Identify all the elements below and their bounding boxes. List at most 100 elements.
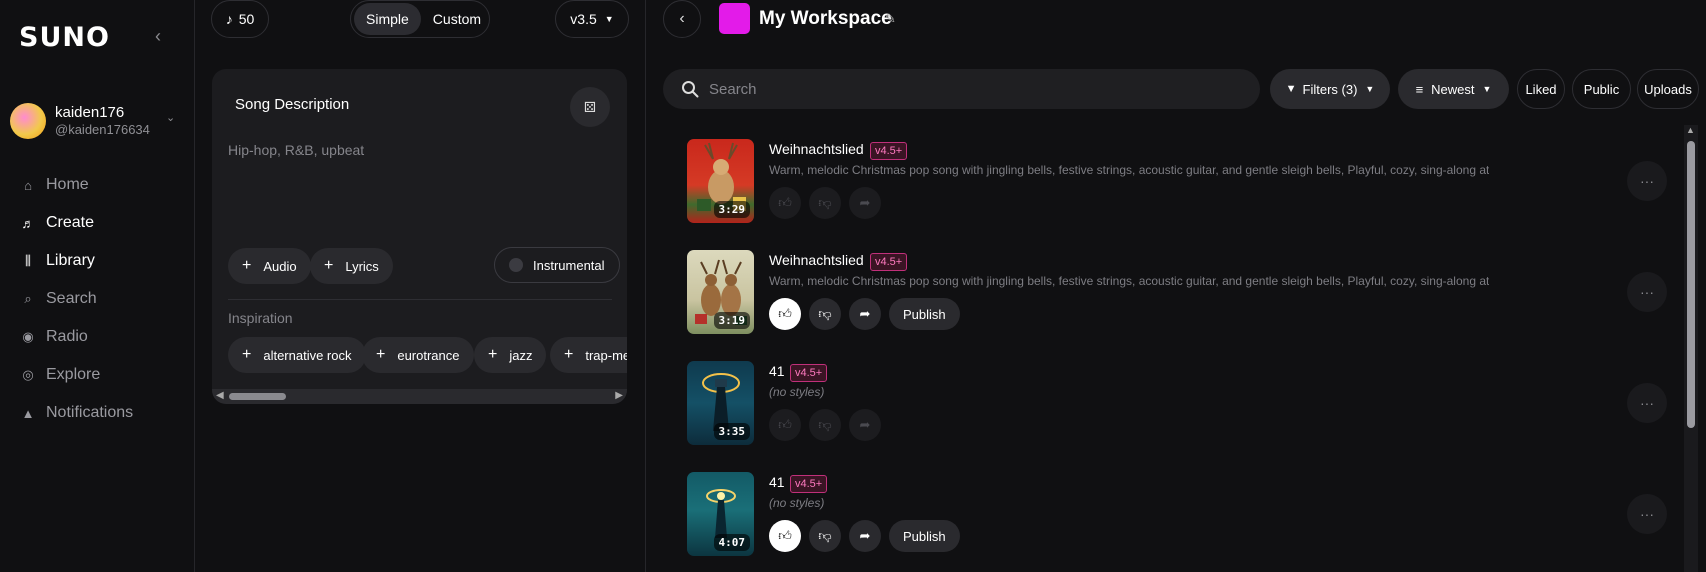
add-lyrics-button[interactable]: + Lyrics (310, 248, 393, 284)
bell-icon: ▲ (21, 405, 35, 421)
song-actions: 👍︎ 👎︎ ➦ Publish (769, 520, 960, 552)
publish-button[interactable]: Publish (889, 298, 960, 330)
song-row[interactable]: 3:35 41 v4.5+ (no styles) 👍︎ 👎︎ ➦ ··· (687, 349, 1667, 449)
mode-custom-button[interactable]: Custom (421, 3, 493, 35)
liked-filter-button[interactable]: Liked (1517, 69, 1565, 109)
thumbs-down-icon[interactable]: 👎︎ (809, 520, 841, 552)
song-row[interactable]: 3:29 Weihnachtslied v4.5+ Warm, melodic … (687, 127, 1667, 227)
sidebar-item-radio[interactable]: ◉ Radio (20, 318, 133, 356)
song-title[interactable]: 41 (769, 474, 785, 490)
radio-icon: ◉ (22, 329, 34, 344)
instrumental-label: Instrumental (533, 257, 605, 273)
music-note-icon: ♪ (225, 11, 233, 27)
version-badge: v4.5+ (870, 253, 908, 271)
song-description-label: Song Description (235, 96, 350, 113)
version-select[interactable]: v3.5 ▼ (555, 0, 629, 38)
thumbs-down-icon[interactable]: 👎︎ (809, 409, 841, 441)
scroll-up-icon[interactable]: ▲ (1686, 125, 1695, 135)
song-title[interactable]: Weihnachtslied (769, 252, 864, 268)
song-cover[interactable]: 3:19 (687, 250, 754, 334)
song-title[interactable]: Weihnachtslied (769, 141, 864, 157)
song-cover[interactable]: 3:35 (687, 361, 754, 445)
inspiration-tag[interactable]: + jazz (474, 337, 547, 373)
sidebar-item-create[interactable]: ♬ Create (20, 204, 133, 242)
mode-simple-button[interactable]: Simple (354, 3, 421, 35)
sidebar-item-library[interactable]: ⫼ Library (20, 242, 133, 280)
sidebar-item-label: Explore (46, 366, 101, 383)
share-icon[interactable]: ➦ (849, 187, 881, 219)
song-description-input[interactable]: Hip-hop, R&B, upbeat (228, 142, 364, 158)
add-lyrics-label: Lyrics (345, 258, 379, 274)
song-duration: 3:29 (713, 201, 750, 218)
search-bar (663, 69, 1260, 109)
credits-button[interactable]: ♪ 50 (211, 0, 269, 38)
song-row[interactable]: 3:19 Weihnachtslied v4.5+ Warm, melodic … (687, 238, 1667, 338)
instrumental-toggle[interactable]: Instrumental (494, 247, 620, 283)
thumbs-down-icon[interactable]: 👎︎ (809, 298, 841, 330)
thumbs-up-icon[interactable]: 👍︎ (769, 298, 801, 330)
inspiration-tag-label: eurotrance (397, 347, 460, 363)
explore-icon: ◎ (22, 367, 34, 382)
thumbs-down-icon[interactable]: 👎︎ (809, 187, 841, 219)
song-description: (no styles) (769, 496, 825, 510)
filters-button[interactable]: ▼ Filters (3) ▼ (1270, 69, 1390, 109)
suno-logo[interactable]: SUNO (19, 22, 110, 53)
plus-icon: + (242, 346, 252, 363)
plus-icon: + (564, 346, 574, 363)
song-description: (no styles) (769, 385, 825, 399)
back-button[interactable]: ‹ (663, 0, 701, 38)
horizontal-scrollbar[interactable]: ◀ ▶ (212, 389, 627, 404)
dice-icon[interactable]: ⚄ (570, 87, 610, 127)
search-icon (681, 80, 699, 98)
search-input[interactable] (709, 80, 1209, 98)
vertical-scrollbar[interactable]: ▲ (1684, 125, 1698, 572)
collapse-sidebar-icon[interactable]: ‹ (155, 26, 161, 47)
credits-count: 50 (238, 11, 255, 27)
song-cover[interactable]: 3:29 (687, 139, 754, 223)
song-description: Warm, melodic Christmas pop song with ji… (769, 274, 1489, 288)
workspace-panel: ‹ My Workspace ✎ ▼ Filters (3) ▼ ≡ Newes… (647, 0, 1706, 572)
share-icon[interactable]: ➦ (849, 520, 881, 552)
scroll-right-icon[interactable]: ▶ (615, 390, 623, 401)
song-description: Warm, melodic Christmas pop song with ji… (769, 163, 1489, 177)
sidebar-item-explore[interactable]: ◎ Explore (20, 356, 133, 394)
more-options-icon[interactable]: ··· (1627, 272, 1667, 312)
share-icon[interactable]: ➦ (849, 409, 881, 441)
plus-icon: + (376, 346, 386, 363)
song-cover[interactable]: 4:07 (687, 472, 754, 556)
sidebar-item-search[interactable]: ⌕ Search (20, 280, 133, 318)
sort-button[interactable]: ≡ Newest ▼ (1398, 69, 1509, 109)
inspiration-tag[interactable]: + trap-me (550, 337, 627, 373)
inspiration-label: Inspiration (228, 310, 293, 326)
uploads-filter-button[interactable]: Uploads (1637, 69, 1699, 109)
share-icon[interactable]: ➦ (849, 298, 881, 330)
sidebar-item-home[interactable]: ⌂ Home (20, 166, 133, 204)
more-options-icon[interactable]: ··· (1627, 383, 1667, 423)
publish-button[interactable]: Publish (889, 520, 960, 552)
song-title[interactable]: 41 (769, 363, 785, 379)
scrollbar-thumb[interactable] (229, 393, 286, 400)
inspiration-tag[interactable]: + eurotrance (362, 337, 474, 373)
user-profile[interactable]: kaiden176 @kaiden176634 ⌄ (10, 103, 190, 141)
song-row[interactable]: 4:07 41 v4.5+ (no styles) 👍︎ 👎︎ ➦ Publis… (687, 460, 1667, 560)
thumbs-up-icon[interactable]: 👍︎ (769, 520, 801, 552)
song-duration: 4:07 (713, 534, 750, 551)
mode-toggle: Simple Custom (350, 0, 490, 38)
more-options-icon[interactable]: ··· (1627, 494, 1667, 534)
version-label: v3.5 (570, 11, 597, 27)
edit-pencil-icon[interactable]: ✎ (885, 11, 896, 27)
filters-label: Filters (3) (1302, 81, 1358, 97)
toggle-icon (509, 258, 523, 272)
inspiration-tag-label: jazz (509, 347, 533, 363)
caret-down-icon: ▼ (1365, 84, 1375, 94)
scroll-left-icon[interactable]: ◀ (216, 390, 224, 401)
scrollbar-thumb[interactable] (1687, 141, 1695, 428)
thumbs-up-icon[interactable]: 👍︎ (769, 409, 801, 441)
inspiration-tag[interactable]: + alternative rock (228, 337, 366, 373)
public-filter-button[interactable]: Public (1572, 69, 1631, 109)
add-audio-button[interactable]: + Audio (228, 248, 311, 284)
sidebar-item-notifications[interactable]: ▲ Notifications (20, 394, 134, 432)
more-options-icon[interactable]: ··· (1627, 161, 1667, 201)
sort-icon: ≡ (1415, 81, 1424, 97)
thumbs-up-icon[interactable]: 👍︎ (769, 187, 801, 219)
